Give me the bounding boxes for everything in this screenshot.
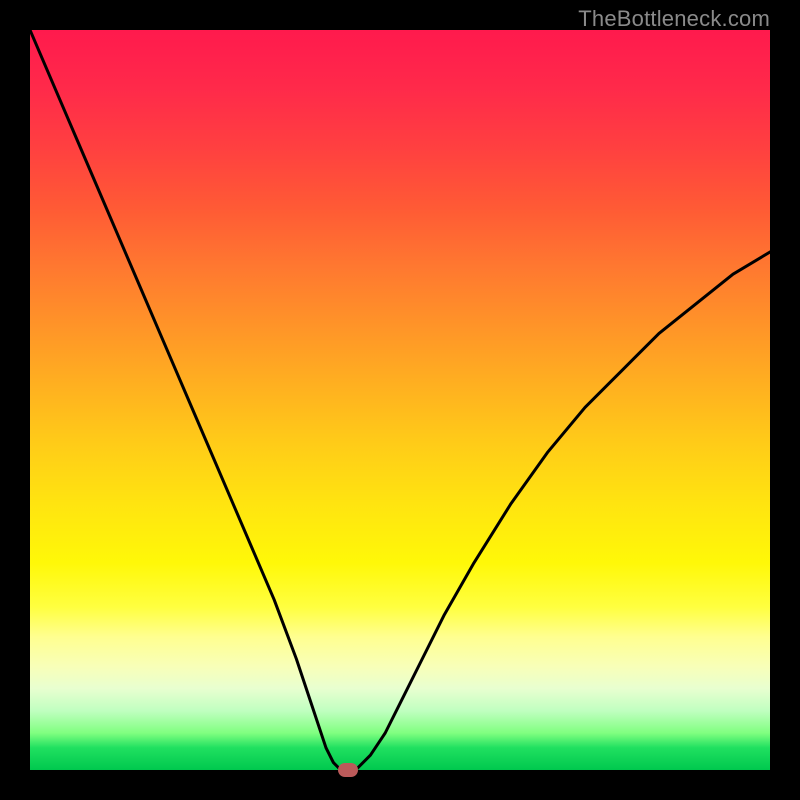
chart-container: TheBottleneck.com — [0, 0, 800, 800]
plot-area — [30, 30, 770, 770]
data-marker — [338, 763, 358, 777]
bottleneck-curve — [30, 30, 770, 770]
watermark-text: TheBottleneck.com — [578, 6, 770, 32]
